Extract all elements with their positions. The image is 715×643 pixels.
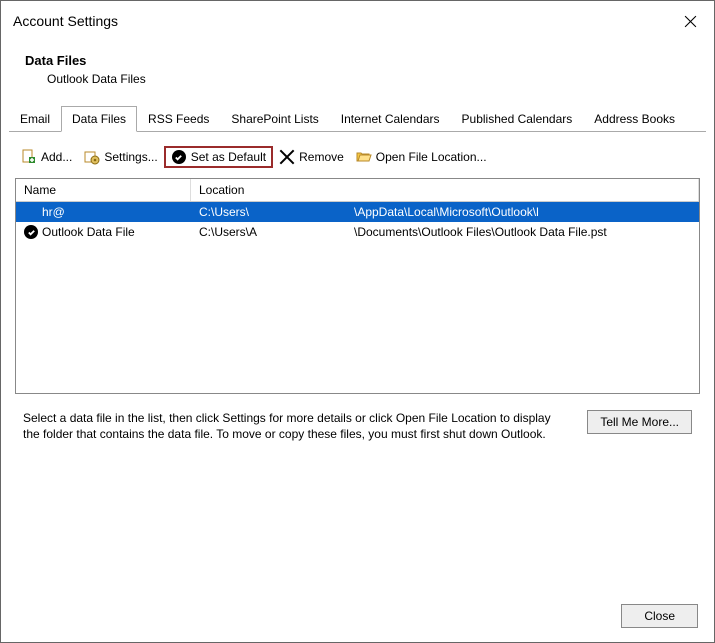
tab-email[interactable]: Email xyxy=(9,106,61,131)
header-subtitle: Outlook Data Files xyxy=(25,72,690,86)
add-button[interactable]: Add... xyxy=(15,146,78,168)
account-settings-window: Account Settings Data Files Outlook Data… xyxy=(0,0,715,643)
row-location-part2: \Documents\Outlook Files\Outlook Data Fi… xyxy=(354,225,691,239)
remove-label: Remove xyxy=(299,150,344,164)
header-title: Data Files xyxy=(25,53,690,68)
hint-row: Select a data file in the list, then cli… xyxy=(9,394,706,450)
footer: Close xyxy=(621,604,698,628)
settings-icon xyxy=(84,149,100,165)
tab-address-books[interactable]: Address Books xyxy=(583,106,686,131)
column-header-name[interactable]: Name xyxy=(16,179,191,201)
close-button[interactable]: Close xyxy=(621,604,698,628)
check-circle-icon xyxy=(171,149,187,165)
close-window-button[interactable] xyxy=(674,7,706,35)
list-row[interactable]: hr@ C:\Users\ \AppData\Local\Microsoft\O… xyxy=(16,202,699,222)
data-files-listview[interactable]: Name Location hr@ C:\Users\ \AppData\Loc… xyxy=(15,178,700,394)
toolbar: Add... Settings... Set as Default Remove xyxy=(9,144,706,178)
tell-me-more-button[interactable]: Tell Me More... xyxy=(587,410,692,434)
header-section: Data Files Outlook Data Files xyxy=(1,39,714,106)
folder-open-icon xyxy=(356,149,372,165)
close-icon xyxy=(684,15,697,28)
row-location-part1: C:\Users\ xyxy=(199,205,354,219)
default-indicator-icon xyxy=(24,225,38,239)
listview-header: Name Location xyxy=(16,179,699,202)
open-file-location-button[interactable]: Open File Location... xyxy=(350,146,493,168)
set-default-label: Set as Default xyxy=(191,150,266,164)
tab-data-files[interactable]: Data Files xyxy=(61,106,137,132)
tab-sharepoint-lists[interactable]: SharePoint Lists xyxy=(220,106,329,131)
list-row[interactable]: Outlook Data File C:\Users\A \Documents\… xyxy=(16,222,699,242)
hint-text: Select a data file in the list, then cli… xyxy=(23,410,569,442)
remove-button[interactable]: Remove xyxy=(273,146,350,168)
add-icon xyxy=(21,149,37,165)
settings-label: Settings... xyxy=(104,150,157,164)
add-label: Add... xyxy=(41,150,72,164)
titlebar: Account Settings xyxy=(1,1,714,39)
open-file-location-label: Open File Location... xyxy=(376,150,487,164)
tab-internet-calendars[interactable]: Internet Calendars xyxy=(330,106,451,131)
row-name: Outlook Data File xyxy=(42,225,135,239)
row-location-part2: \AppData\Local\Microsoft\Outlook\l xyxy=(354,205,691,219)
column-header-location[interactable]: Location xyxy=(191,179,699,201)
row-location-part1: C:\Users\A xyxy=(199,225,354,239)
row-name: hr@ xyxy=(42,205,65,219)
remove-icon xyxy=(279,149,295,165)
window-title: Account Settings xyxy=(13,13,118,29)
tab-rss-feeds[interactable]: RSS Feeds xyxy=(137,106,220,131)
tab-published-calendars[interactable]: Published Calendars xyxy=(451,106,584,131)
tabs-container: Email Data Files RSS Feeds SharePoint Li… xyxy=(1,106,714,132)
set-default-button[interactable]: Set as Default xyxy=(164,146,273,168)
tab-content: Add... Settings... Set as Default Remove xyxy=(1,132,714,460)
tabs: Email Data Files RSS Feeds SharePoint Li… xyxy=(9,106,706,132)
settings-button[interactable]: Settings... xyxy=(78,146,163,168)
